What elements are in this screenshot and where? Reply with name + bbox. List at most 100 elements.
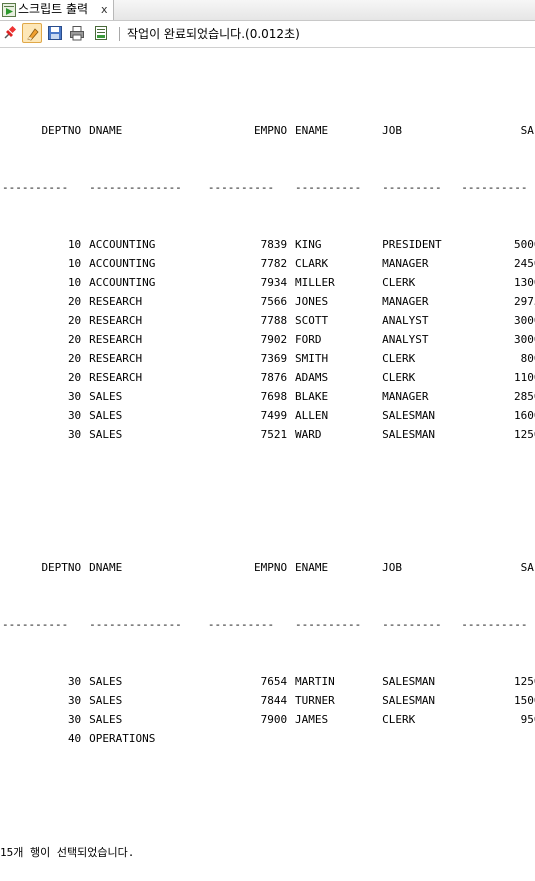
cell-deptno: 20	[67, 295, 82, 308]
table-row: 20 RESEARCH 7876 ADAMS CLERK 1100	[2, 368, 535, 387]
cell-ename: WARD	[294, 428, 322, 441]
table-row: 40 OPERATIONS	[2, 729, 535, 748]
cell-dname: SALES	[89, 694, 123, 707]
separator-row: ---------- -------------- ---------- ---…	[2, 615, 535, 634]
separator-row: ---------- -------------- ---------- ---…	[2, 178, 535, 197]
cell-sal: 800	[520, 352, 535, 365]
eraser-icon	[27, 28, 39, 41]
cell-sal: 1500	[513, 694, 535, 707]
print-button[interactable]	[67, 23, 87, 43]
pin-button[interactable]	[0, 23, 20, 43]
cell-ename: JONES	[294, 295, 329, 308]
cell-dname: SALES	[89, 428, 123, 441]
cell-empno: 7900	[260, 713, 288, 726]
cell-ename: FORD	[294, 333, 322, 346]
rows-selected-message: 15개 행이 선택되었습니다.	[0, 846, 135, 859]
cell-job: MANAGER	[382, 390, 429, 403]
table-row: 20 RESEARCH 7788 SCOTT ANALYST 3000	[2, 311, 535, 330]
cell-dname: RESEARCH	[89, 371, 143, 384]
col-header-empno: EMPNO	[253, 561, 288, 574]
cell-empno: 7839	[260, 238, 288, 251]
cell-sal: 3000	[513, 333, 535, 346]
cell-ename: MILLER	[294, 276, 335, 289]
table-row: 30 SALES 7521 WARD SALESMAN 1250	[2, 425, 535, 444]
cell-sal: 1250	[513, 675, 535, 688]
cell-ename: CLARK	[294, 257, 329, 270]
cell-dname: SALES	[89, 409, 123, 422]
save-button[interactable]	[45, 23, 65, 43]
cell-sal: 1250	[513, 428, 535, 441]
cell-empno: 7876	[260, 371, 288, 384]
cell-sal: 1100	[513, 371, 535, 384]
table-row: 20 RESEARCH 7566 JONES MANAGER 2975	[2, 292, 535, 311]
cell-dname: SALES	[89, 390, 123, 403]
result-block-2: 30 SALES 7654 MARTIN SALESMAN 125030 SAL…	[2, 672, 535, 748]
table-row: 20 RESEARCH 7369 SMITH CLERK 800	[2, 349, 535, 368]
cell-sal: 2450	[513, 257, 535, 270]
cell-ename: ADAMS	[294, 371, 329, 384]
cell-sal: 2850	[513, 390, 535, 403]
cell-deptno: 30	[67, 675, 82, 688]
cell-dname: RESEARCH	[89, 333, 143, 346]
cell-deptno: 20	[67, 333, 82, 346]
separator: ----------	[294, 618, 362, 631]
separator: ----------	[294, 181, 362, 194]
cell-job: SALESMAN	[382, 675, 436, 688]
header-row: DEPTNO DNAME EMPNO ENAME JOB SAL	[2, 121, 535, 140]
cell-deptno: 20	[67, 314, 82, 327]
cell-job: ANALYST	[382, 333, 429, 346]
cell-dname: ACCOUNTING	[89, 238, 156, 251]
cell-empno: 7566	[260, 295, 288, 308]
col-header-ename: ENAME	[294, 124, 329, 137]
cell-job: ANALYST	[382, 314, 429, 327]
cell-dname: SALES	[89, 713, 123, 726]
cell-job: PRESIDENT	[382, 238, 442, 251]
cell-job: SALESMAN	[382, 428, 436, 441]
tab-script-output[interactable]: 스크립트 출력 x	[0, 0, 114, 20]
cell-job: CLERK	[382, 352, 416, 365]
cell-dname: RESEARCH	[89, 314, 143, 327]
col-header-ename: ENAME	[294, 561, 329, 574]
cell-empno: 7844	[260, 694, 288, 707]
cell-deptno: 30	[67, 694, 82, 707]
cell-job: CLERK	[382, 371, 416, 384]
export-button[interactable]	[91, 23, 111, 43]
script-output-icon	[2, 2, 16, 17]
cell-ename: JAMES	[294, 713, 329, 726]
cell-sal: 3000	[513, 314, 535, 327]
toolbar-separator	[119, 27, 120, 41]
separator: ----------	[207, 181, 275, 194]
cell-ename: TURNER	[294, 694, 335, 707]
cell-dname: RESEARCH	[89, 295, 143, 308]
clear-button[interactable]	[22, 23, 42, 43]
cell-sal: 950	[520, 713, 535, 726]
table-row: 10 ACCOUNTING 7839 KING PRESIDENT 5000	[2, 235, 535, 254]
table-row: 30 SALES 7654 MARTIN SALESMAN 1250	[2, 672, 535, 691]
cell-job: MANAGER	[382, 295, 429, 308]
col-header-dname: DNAME	[89, 124, 123, 137]
col-header-deptno: DEPTNO	[41, 561, 82, 574]
cell-deptno: 10	[67, 276, 82, 289]
cell-job: CLERK	[382, 276, 416, 289]
status-text: 작업이 완료되었습니다.(0.012초)	[127, 27, 300, 41]
separator: --------------	[89, 181, 182, 194]
save-icon	[48, 26, 62, 40]
cell-deptno: 30	[67, 428, 82, 441]
separator: ---------	[382, 618, 442, 631]
col-header-sal: SAL	[520, 124, 535, 137]
result-block-1: 10 ACCOUNTING 7839 KING PRESIDENT 5000 10…	[2, 235, 535, 444]
cell-deptno: 40	[67, 732, 82, 745]
separator: ----------	[2, 618, 69, 631]
export-icon	[95, 26, 107, 40]
cell-deptno: 10	[67, 257, 82, 270]
col-header-empno: EMPNO	[253, 124, 288, 137]
separator: ----------	[207, 618, 275, 631]
table-row: 10 ACCOUNTING 7934 MILLER CLERK 1300	[2, 273, 535, 292]
cell-sal: 1600	[513, 409, 535, 422]
cell-empno: 7934	[260, 276, 288, 289]
tab-label: 스크립트 출력	[18, 2, 89, 16]
close-icon[interactable]: x	[101, 2, 108, 17]
script-output: DEPTNO DNAME EMPNO ENAME JOB SAL -------…	[0, 64, 535, 881]
col-header-sal: SAL	[520, 561, 535, 574]
